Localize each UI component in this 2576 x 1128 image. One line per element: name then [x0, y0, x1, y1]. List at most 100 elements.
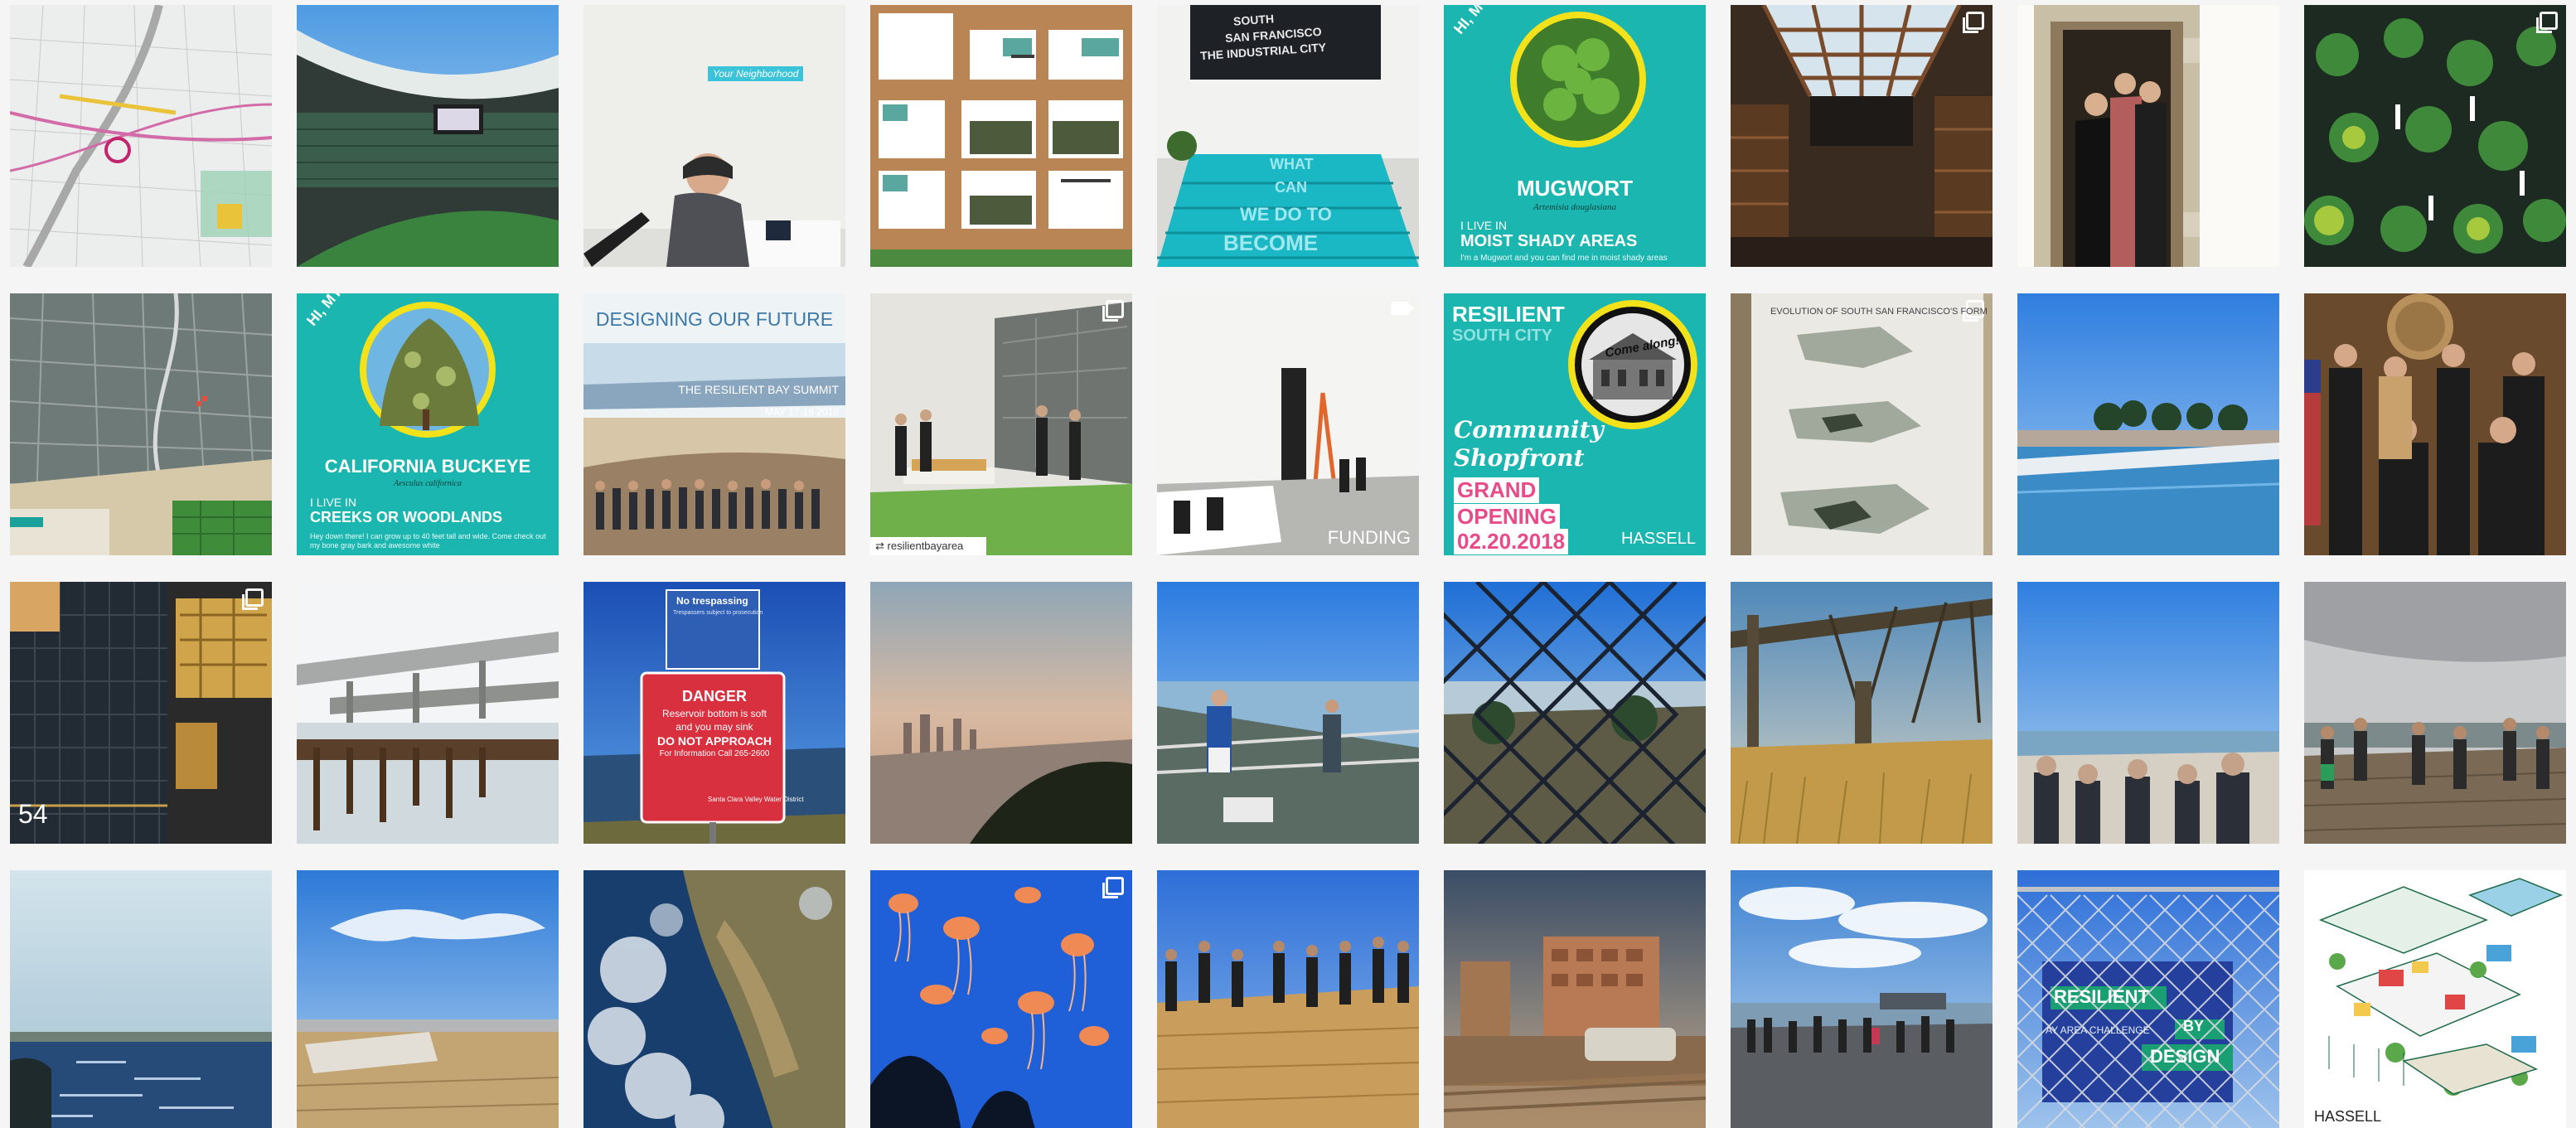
gallery-tile-factory-rail[interactable] — [1444, 870, 1706, 1128]
poster-title: DESIGNING OUR FUTURE — [595, 308, 834, 330]
plant-latin: Aesculus californica — [394, 479, 462, 488]
council-photo-image — [2304, 293, 2566, 555]
gallery-tile-sky-field[interactable] — [297, 870, 559, 1128]
hassell-logo: HASSELL — [2314, 1108, 2382, 1125]
multi-photo-icon — [1102, 300, 1124, 322]
gallery-tile-mugwort-card[interactable]: HI, MY NAME MUGWORT Artemisia douglasian… — [1444, 5, 1706, 267]
gallery-tile-jellyfish[interactable] — [870, 870, 1132, 1128]
gallery-tile-banner-floor[interactable]: SOUTH SAN FRANCISCO THE INDUSTRIAL CITY … — [1157, 5, 1419, 267]
opening-text: OPENING — [1454, 504, 1560, 530]
reflecting-pool-image — [2017, 293, 2279, 555]
install-caption: FUNDING — [1327, 527, 1411, 548]
banner-resilient: RESILIENT — [2054, 986, 2149, 1007]
plant-latin: Artemisia douglasiana — [1533, 202, 1616, 212]
group-boardwalk-image — [2304, 582, 2566, 844]
gallery-tile-stadium[interactable] — [297, 5, 559, 267]
crowd-shore-image — [2017, 582, 2279, 844]
plant-blurb: Hey down there! I can grow up to 40 feet… — [310, 532, 546, 549]
floor-line-3: WE DO TO — [1240, 204, 1332, 225]
danger-line-1: Reservoir bottom is soft — [661, 708, 767, 719]
gallery-tile-building-facade[interactable]: 54 — [10, 582, 272, 844]
banner-design: DESIGN — [2150, 1046, 2220, 1067]
gallery-tile-interview[interactable]: Your Neighborhood — [583, 5, 845, 267]
gallery-tile-satellite-map[interactable] — [10, 293, 272, 555]
gallery-tile-satellite-california[interactable] — [583, 870, 845, 1128]
gallery-tile-resilient-south-city[interactable]: RESILIENT SOUTH CITY Come along! Communi… — [1444, 293, 1706, 555]
gallery-tile-buckeye-card[interactable]: HI, MY NAM CALIFORNIA BUCKEYE Aesculus c… — [297, 293, 559, 555]
neighborhood-sign: Your Neighborhood — [708, 66, 804, 81]
interview-image — [583, 5, 845, 267]
gallery-tile-pier-freeway[interactable] — [297, 582, 559, 844]
satellite-california-image — [583, 870, 845, 1128]
floor-line-4: BECOME — [1223, 230, 1319, 255]
board-wall-image — [870, 5, 1132, 267]
no-trespassing-text: No trespassing — [676, 595, 748, 607]
banner-by: BY — [2183, 1018, 2205, 1034]
gallery-tile-danger-sign[interactable]: No trespassing Trespassers subject to pr… — [583, 582, 845, 844]
grand-text: GRAND — [1454, 477, 1540, 503]
group-pier-image — [1731, 870, 1993, 1128]
building-facade-image — [10, 582, 272, 844]
gallery-tile-plant-nursery[interactable] — [2304, 5, 2566, 267]
hassell-logo: HASSELL — [1620, 530, 1696, 548]
gallery-tile-group-boardwalk[interactable] — [2304, 582, 2566, 844]
gallery-tile-crowd-shore[interactable] — [2017, 582, 2279, 844]
gallery-tile-map-plan[interactable] — [10, 5, 272, 267]
sky-field-image — [297, 870, 559, 1128]
habitat-text: MOIST SHADY AREAS — [1460, 232, 1638, 250]
satellite-map-image — [10, 293, 272, 555]
danger-line-3: DO NOT APPROACH — [657, 734, 772, 748]
evolution-board-image — [1731, 293, 1993, 555]
habitat-text: CREEKS OR WOODLANDS — [310, 509, 503, 525]
plant-blurb: I'm a Mugwort and you can find me in moi… — [1460, 254, 1668, 263]
gallery-tile-evolution-board[interactable]: EVOLUTION OF SOUTH SAN FRANCISCO'S FORM — [1731, 293, 1993, 555]
bay-viewpoint-image — [1157, 582, 1419, 844]
danger-title: DANGER — [681, 688, 747, 704]
gallery-install-image — [1157, 293, 1419, 555]
chain-fence-image — [1444, 582, 1706, 844]
south-city-subheading: SOUTH CITY — [1452, 327, 1553, 345]
jellyfish-image — [870, 870, 1132, 1128]
live-label: I LIVE IN — [310, 496, 357, 509]
multi-photo-icon — [1963, 12, 1984, 33]
gallery-tile-warehouse-roof[interactable] — [1731, 5, 1993, 267]
gallery-tile-exhibit-room[interactable]: ⇄ resilientbayarea — [870, 293, 1132, 555]
gallery-tile-bay-viewpoint[interactable] — [1157, 582, 1419, 844]
gallery-tile-bridge-grass[interactable] — [1731, 582, 1993, 844]
gallery-tile-gallery-install[interactable]: FUNDING — [1157, 293, 1419, 555]
gallery-tile-group-pier[interactable] — [1731, 870, 1993, 1128]
plant-name: CALIFORNIA BUCKEYE — [324, 456, 531, 477]
multi-photo-icon — [2536, 12, 2558, 33]
warehouse-roof-image — [1731, 5, 1993, 267]
plant-nursery-image — [2304, 5, 2566, 267]
gallery-tile-board-wall[interactable] — [870, 5, 1132, 267]
gallery-tile-group-hillside[interactable] — [1157, 870, 1419, 1128]
gallery-tile-sparkling-water[interactable] — [10, 870, 272, 1128]
danger-line-4: For Information Call 265-2600 — [659, 749, 770, 758]
gallery-tile-council-photo[interactable] — [2304, 293, 2566, 555]
evolution-caption: EVOLUTION OF SOUTH SAN FRANCISCO'S FORM — [1770, 307, 1988, 317]
banner-challenge: AY AREA CHALLENGE — [2046, 1024, 2150, 1036]
video-icon — [1391, 302, 1415, 315]
gallery-tile-vault-door[interactable] — [2017, 5, 2279, 267]
repost-credit[interactable]: ⇄ resilientbayarea — [870, 537, 986, 555]
gallery-tile-chain-fence[interactable] — [1444, 582, 1706, 844]
shopfront-text: Shopfront — [1454, 444, 1585, 472]
plant-name: MUGWORT — [1516, 176, 1634, 201]
exhibit-room-image — [870, 293, 1132, 555]
factory-rail-image — [1444, 870, 1706, 1128]
poster-subtitle: THE RESILIENT BAY SUMMIT — [678, 383, 839, 396]
gallery-tile-city-haze[interactable] — [870, 582, 1132, 844]
banner-line-1: SOUTH — [1232, 12, 1275, 28]
city-haze-image — [870, 582, 1132, 844]
gallery-tile-isometric-drawing[interactable]: HASSELL — [2304, 870, 2566, 1128]
map-plan-image — [10, 5, 272, 267]
gallery-tile-summit-poster[interactable]: DESIGNING OUR FUTURE THE RESILIENT BAY S… — [583, 293, 845, 555]
floor-line-2: CAN — [1275, 179, 1307, 196]
building-number: 54 — [18, 799, 48, 829]
summit-poster-image — [583, 293, 845, 555]
gallery-tile-reflecting-pool[interactable] — [2017, 293, 2279, 555]
gallery-tile-fence-banner[interactable]: RESILIENT BY AY AREA CHALLENGE DESIGN — [2017, 870, 2279, 1128]
resilient-heading: RESILIENT — [1452, 302, 1565, 327]
opening-date: 02.20.2018 — [1454, 529, 1569, 554]
